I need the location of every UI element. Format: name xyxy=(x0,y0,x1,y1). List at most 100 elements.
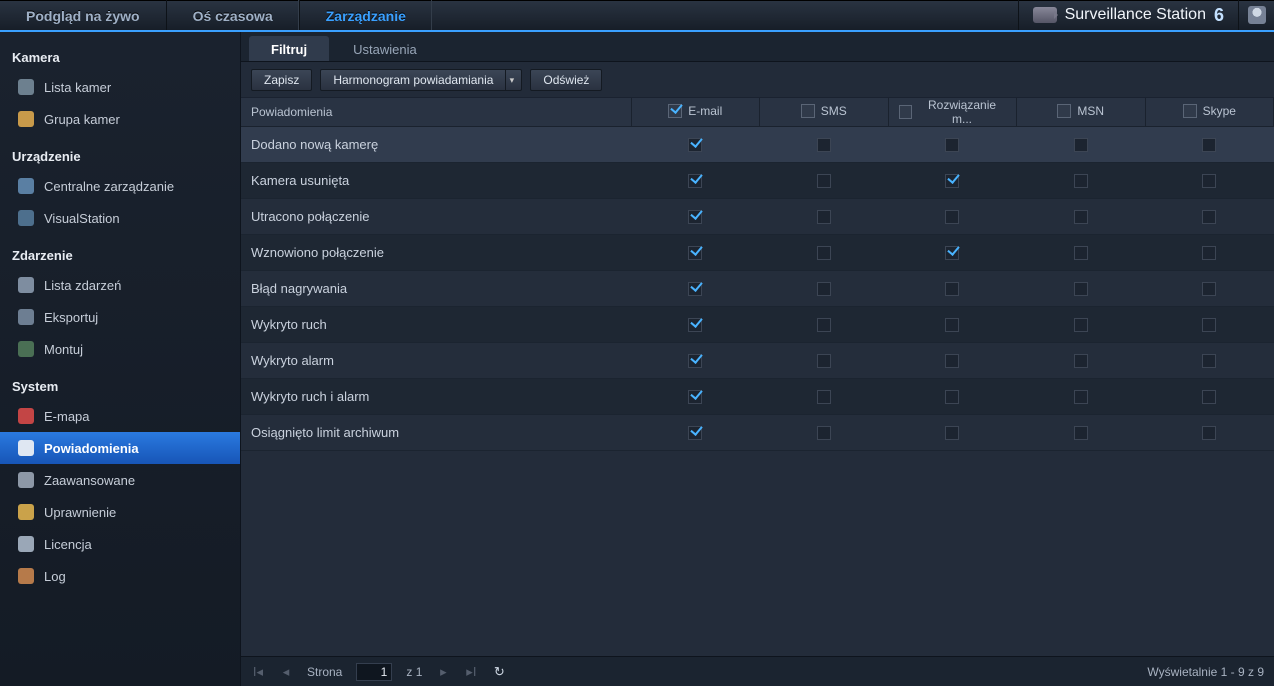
pager-refresh-icon[interactable]: ↻ xyxy=(492,664,506,680)
subtab-ustawienia[interactable]: Ustawienia xyxy=(331,36,439,61)
cell-checkbox[interactable] xyxy=(688,210,702,224)
cell-checkbox[interactable] xyxy=(688,390,702,404)
top-tab-2[interactable]: Zarządzanie xyxy=(299,0,432,30)
row-cell xyxy=(631,163,760,199)
pager-last-icon[interactable]: ▸I xyxy=(464,664,478,680)
cell-checkbox[interactable] xyxy=(1074,138,1088,152)
cell-checkbox[interactable] xyxy=(1202,390,1216,404)
table-row[interactable]: Kamera usunięta xyxy=(241,163,1274,199)
sidebar-item-icon xyxy=(18,408,34,424)
cell-checkbox[interactable] xyxy=(1074,354,1088,368)
table-row[interactable]: Wykryto ruch xyxy=(241,307,1274,343)
cell-checkbox[interactable] xyxy=(945,246,959,260)
col-header-2[interactable]: Rozwiązanie m... xyxy=(888,98,1017,127)
cell-checkbox[interactable] xyxy=(1202,282,1216,296)
cell-checkbox[interactable] xyxy=(945,210,959,224)
cell-checkbox[interactable] xyxy=(1202,210,1216,224)
cell-checkbox[interactable] xyxy=(945,354,959,368)
col-header-label: SMS xyxy=(821,104,847,118)
sidebar-item-grupa-kamer[interactable]: Grupa kamer xyxy=(0,103,240,135)
cell-checkbox[interactable] xyxy=(817,210,831,224)
table-row[interactable]: Wykryto alarm xyxy=(241,343,1274,379)
cell-checkbox[interactable] xyxy=(945,318,959,332)
save-button[interactable]: Zapisz xyxy=(251,69,312,91)
cell-checkbox[interactable] xyxy=(1202,354,1216,368)
col-header-label: E-mail xyxy=(688,104,722,118)
cell-checkbox[interactable] xyxy=(688,138,702,152)
cell-checkbox[interactable] xyxy=(945,174,959,188)
cell-checkbox[interactable] xyxy=(1202,174,1216,188)
cell-checkbox[interactable] xyxy=(1074,426,1088,440)
pager-next-icon[interactable]: ▸ xyxy=(436,664,450,680)
sidebar-item-eksportuj[interactable]: Eksportuj xyxy=(0,301,240,333)
cell-checkbox[interactable] xyxy=(1074,318,1088,332)
cell-checkbox[interactable] xyxy=(1074,246,1088,260)
cell-checkbox[interactable] xyxy=(945,138,959,152)
table-row[interactable]: Utracono połączenie xyxy=(241,199,1274,235)
sidebar-item-montuj[interactable]: Montuj xyxy=(0,333,240,365)
sidebar-item-uprawnienie[interactable]: Uprawnienie xyxy=(0,496,240,528)
sidebar-item-label: Centralne zarządzanie xyxy=(44,179,174,194)
sidebar-item-lista-zdarzeń[interactable]: Lista zdarzeń xyxy=(0,269,240,301)
sidebar-item-lista-kamer[interactable]: Lista kamer xyxy=(0,71,240,103)
cell-checkbox[interactable] xyxy=(945,426,959,440)
col-header-0[interactable]: E-mail xyxy=(631,98,760,127)
sidebar-item-icon xyxy=(18,79,34,95)
table-row[interactable]: Błąd nagrywania xyxy=(241,271,1274,307)
table-row[interactable]: Wykryto ruch i alarm xyxy=(241,379,1274,415)
cell-checkbox[interactable] xyxy=(1202,246,1216,260)
header-checkbox[interactable] xyxy=(1057,104,1071,118)
row-cell xyxy=(1145,199,1274,235)
sidebar-item-licencja[interactable]: Licencja xyxy=(0,528,240,560)
cell-checkbox[interactable] xyxy=(1074,210,1088,224)
header-checkbox[interactable] xyxy=(668,104,682,118)
cell-checkbox[interactable] xyxy=(817,174,831,188)
cell-checkbox[interactable] xyxy=(1202,138,1216,152)
schedule-combo[interactable]: Harmonogram powiadamiania ▾ xyxy=(320,69,522,91)
sidebar-item-powiadomienia[interactable]: Powiadomienia xyxy=(0,432,240,464)
cell-checkbox[interactable] xyxy=(1202,318,1216,332)
table-row[interactable]: Wznowiono połączenie xyxy=(241,235,1274,271)
cell-checkbox[interactable] xyxy=(688,282,702,296)
pager-prev-icon[interactable]: ◂ xyxy=(279,664,293,680)
top-tab-1[interactable]: Oś czasowa xyxy=(166,0,299,30)
cell-checkbox[interactable] xyxy=(1202,426,1216,440)
cell-checkbox[interactable] xyxy=(688,354,702,368)
table-row[interactable]: Osiągnięto limit archiwum xyxy=(241,415,1274,451)
cell-checkbox[interactable] xyxy=(817,282,831,296)
sidebar-item-e-mapa[interactable]: E-mapa xyxy=(0,400,240,432)
cell-checkbox[interactable] xyxy=(688,174,702,188)
pager-first-icon[interactable]: I◂ xyxy=(251,664,265,680)
cell-checkbox[interactable] xyxy=(945,282,959,296)
cell-checkbox[interactable] xyxy=(817,318,831,332)
sidebar-item-zaawansowane[interactable]: Zaawansowane xyxy=(0,464,240,496)
header-checkbox[interactable] xyxy=(1183,104,1197,118)
cell-checkbox[interactable] xyxy=(817,246,831,260)
header-checkbox[interactable] xyxy=(801,104,815,118)
cell-checkbox[interactable] xyxy=(1074,282,1088,296)
cell-checkbox[interactable] xyxy=(817,138,831,152)
top-tab-0[interactable]: Podgląd na żywo xyxy=(0,0,166,30)
cell-checkbox[interactable] xyxy=(688,246,702,260)
cell-checkbox[interactable] xyxy=(1074,390,1088,404)
cell-checkbox[interactable] xyxy=(1074,174,1088,188)
col-header-4[interactable]: Skype xyxy=(1145,98,1274,127)
cell-checkbox[interactable] xyxy=(688,318,702,332)
col-header-name[interactable]: Powiadomienia xyxy=(241,98,631,127)
sidebar-item-log[interactable]: Log xyxy=(0,560,240,592)
sidebar-item-centralne-zarządzanie[interactable]: Centralne zarządzanie xyxy=(0,170,240,202)
cell-checkbox[interactable] xyxy=(817,354,831,368)
cell-checkbox[interactable] xyxy=(817,426,831,440)
cell-checkbox[interactable] xyxy=(817,390,831,404)
cell-checkbox[interactable] xyxy=(688,426,702,440)
col-header-3[interactable]: MSN xyxy=(1017,98,1146,127)
col-header-1[interactable]: SMS xyxy=(760,98,889,127)
pager-page-input[interactable] xyxy=(356,663,392,681)
subtab-filtruj[interactable]: Filtruj xyxy=(249,36,329,61)
table-row[interactable]: Dodano nową kamerę xyxy=(241,127,1274,163)
sidebar-item-visualstation[interactable]: VisualStation xyxy=(0,202,240,234)
refresh-button[interactable]: Odśwież xyxy=(530,69,602,91)
cell-checkbox[interactable] xyxy=(945,390,959,404)
header-checkbox[interactable] xyxy=(899,105,913,119)
user-menu-button[interactable] xyxy=(1238,0,1274,30)
